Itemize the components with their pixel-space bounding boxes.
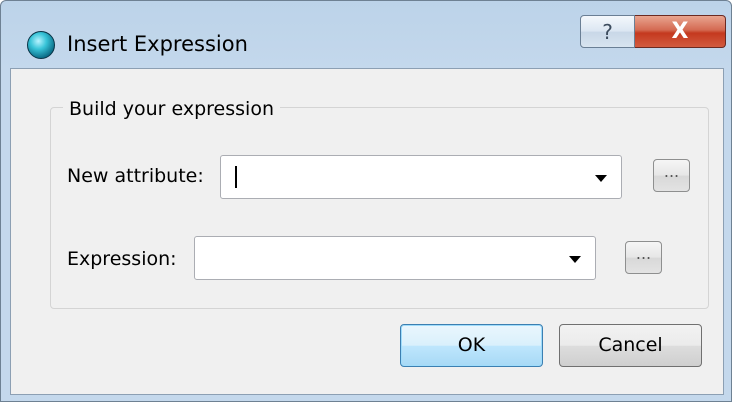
new-attribute-label: New attribute: — [67, 165, 204, 187]
groupbox-title: Build your expression — [63, 98, 280, 120]
help-button[interactable]: ? — [580, 15, 635, 48]
app-globe-icon — [27, 31, 55, 59]
title-bar[interactable]: Insert Expression ? X — [1, 1, 731, 67]
dropdown-arrow-icon[interactable] — [569, 256, 581, 263]
expression-browse-button[interactable]: ... — [625, 241, 662, 274]
ok-button[interactable]: OK — [400, 324, 543, 367]
window-title: Insert Expression — [67, 32, 248, 56]
expression-label: Expression: — [67, 248, 177, 270]
dialog-body: Build your expression New attribute: ...… — [10, 68, 724, 395]
dropdown-arrow-icon[interactable] — [595, 175, 607, 182]
new-attribute-browse-button[interactable]: ... — [653, 159, 690, 192]
insert-expression-dialog: Insert Expression ? X Build your express… — [0, 0, 732, 402]
expression-combobox[interactable] — [194, 236, 596, 280]
close-button[interactable]: X — [635, 15, 726, 48]
new-attribute-combobox[interactable] — [220, 155, 622, 199]
text-cursor — [235, 166, 237, 188]
cancel-button[interactable]: Cancel — [559, 324, 702, 367]
